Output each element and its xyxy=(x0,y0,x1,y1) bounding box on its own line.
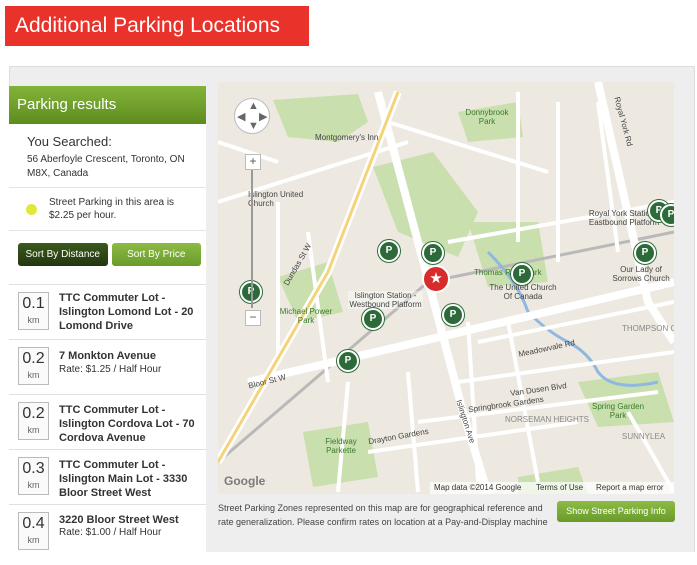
lot-title: TTC Commuter Lot - Islington Main Lot - … xyxy=(59,459,188,499)
distance-badge: 0.2 km xyxy=(18,402,49,440)
sort-controls: Sort By Distance Sort By Price xyxy=(9,231,206,276)
parking-marker-icon[interactable]: P xyxy=(511,263,533,285)
lot-title: 7 Monkton Avenue xyxy=(59,350,156,362)
map-label: Islington United Church xyxy=(248,190,304,208)
parking-lot-item[interactable]: 0.2 km 7 Monkton Avenue Rate: $1.25 / Hal… xyxy=(9,339,206,394)
street-parking-disclaimer: Street Parking Zones represented on this… xyxy=(218,503,548,527)
parking-marker-icon[interactable]: P xyxy=(378,240,400,262)
street-parking-info: Street Parking in this area is $2.25 per… xyxy=(9,188,206,231)
map-label: Fieldway Parkette xyxy=(325,437,357,455)
map-label: Donnybrook Park xyxy=(465,108,509,126)
map-data-attribution: Map data ©2014 Google xyxy=(434,483,522,492)
map-label: SUNNYLEA xyxy=(622,432,666,441)
map-label: The United Church Of Canada xyxy=(489,283,557,301)
map-label: NORSEMAN HEIGHTS xyxy=(505,415,590,424)
map-pan-control[interactable]: ▲ ▼ ◀ ▶ xyxy=(234,98,270,134)
lot-rate: Rate: $1.25 / Half Hour xyxy=(59,364,162,375)
zoom-in-button[interactable]: + xyxy=(245,154,261,170)
report-map-error-link[interactable]: Report a map error xyxy=(596,482,664,494)
map-label: Islington Station - Westbound Platform xyxy=(348,291,423,309)
distance-badge: 0.2 km xyxy=(18,347,49,385)
lot-title: 3220 Bloor Street West xyxy=(59,514,179,526)
map-attribution-bar: Map data ©2014 Google Terms of Use Repor… xyxy=(430,482,674,494)
parking-lot-item[interactable]: 0.1 km TTC Commuter Lot - Islington Lomon… xyxy=(9,284,206,339)
map-label: Spring Garden Park xyxy=(591,402,645,420)
parking-marker-icon[interactable]: P xyxy=(362,308,384,330)
street-rate-dot-icon xyxy=(26,204,37,215)
terms-of-use-link[interactable]: Terms of Use xyxy=(536,482,583,494)
search-summary: You Searched: 56 Aberfoyle Crescent, Tor… xyxy=(9,124,206,188)
map-label: Michael Power Park xyxy=(279,307,333,325)
parking-marker-icon[interactable]: P xyxy=(422,242,444,264)
lot-rate: Rate: $1.00 / Half Hour xyxy=(59,527,162,538)
parking-results-header: Parking results xyxy=(9,86,206,124)
page-banner: Additional Parking Locations xyxy=(5,6,309,46)
map-label: THOMPSON ORCHARD xyxy=(622,324,674,333)
parking-map[interactable]: Dundas St W Bloor St W Islington Ave Roy… xyxy=(218,82,674,494)
lot-title: TTC Commuter Lot - Islington Cordova Lot… xyxy=(59,404,195,444)
parking-marker-icon[interactable]: P xyxy=(337,350,359,372)
sort-by-price-button[interactable]: Sort By Price xyxy=(111,243,201,266)
parking-lot-item[interactable]: 0.3 km TTC Commuter Lot - Islington Main … xyxy=(9,449,206,504)
parking-lot-item[interactable]: 0.4 km 3220 Bloor Street West Rate: $1.00… xyxy=(9,504,206,553)
map-label: Our Lady of Sorrows Church xyxy=(612,265,670,283)
searched-address: 56 Aberfoyle Crescent, Toronto, ON M8X, … xyxy=(27,154,185,179)
distance-badge: 0.1 km xyxy=(18,292,49,330)
sort-by-distance-button[interactable]: Sort By Distance xyxy=(18,243,108,266)
parking-marker-icon[interactable]: P xyxy=(442,304,464,326)
parking-marker-icon[interactable]: P xyxy=(634,242,656,264)
google-logo: Google xyxy=(224,474,266,488)
zoom-out-button[interactable]: − xyxy=(245,310,261,326)
searched-label: You Searched: xyxy=(27,134,112,149)
zoom-slider-track[interactable] xyxy=(251,170,253,308)
parking-lot-item[interactable]: 0.2 km TTC Commuter Lot - Islington Cordo… xyxy=(9,394,206,449)
show-street-parking-info-button[interactable]: Show Street Parking Info xyxy=(557,501,675,522)
street-parking-text: Street Parking in this area is $2.25 per… xyxy=(49,197,175,221)
map-label: Montgomery's Inn xyxy=(315,133,379,142)
lot-title: TTC Commuter Lot - Islington Lomond Lot … xyxy=(59,292,194,332)
distance-badge: 0.3 km xyxy=(18,457,49,495)
searched-location-star-icon: ★ xyxy=(422,265,450,293)
distance-badge: 0.4 km xyxy=(18,512,49,550)
